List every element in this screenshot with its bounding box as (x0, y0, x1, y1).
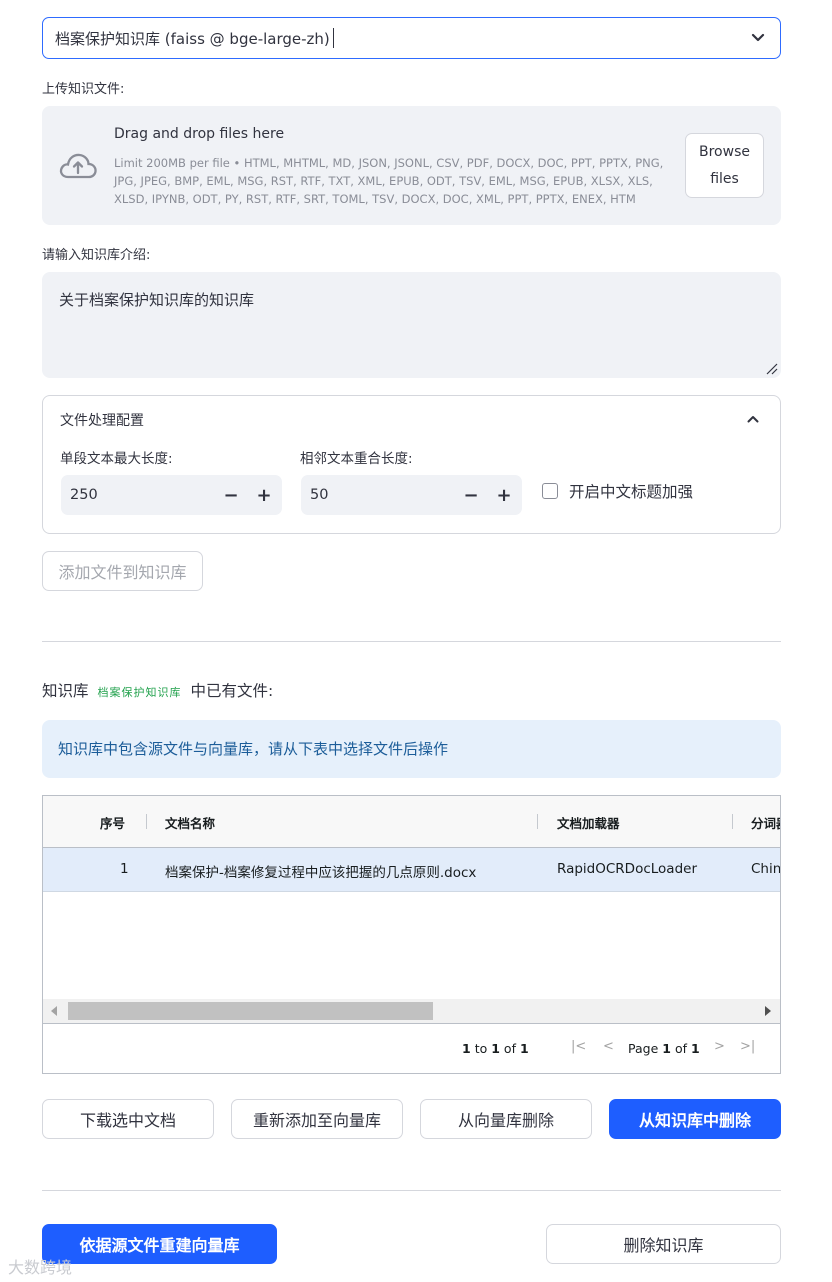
table-header: 序号 文档名称 文档加载器 分词器 (43, 796, 780, 848)
first-page-icon[interactable]: |< (571, 1039, 586, 1054)
next-page-icon[interactable]: > (714, 1039, 725, 1054)
row-summary: 1 to 1 of 1 (462, 1041, 529, 1056)
kb-heading-suffix: 中已有文件: (190, 682, 274, 700)
expander-title[interactable]: 文件处理配置 (60, 410, 144, 430)
files-table: 序号 文档名称 文档加载器 分词器 1 档案保护-档案修复过程中应该把握的几点原… (42, 795, 781, 1074)
overlap-label: 相邻文本重合长度: (300, 451, 413, 467)
zh-title-label[interactable]: 开启中文标题加强 (569, 480, 693, 502)
download-selected-button[interactable]: 下载选中文档 (42, 1099, 214, 1139)
column-separator[interactable] (732, 814, 733, 829)
file-config-expander: 文件处理配置 单段文本最大长度: 250 − + 相邻文本重合长度: 50 − … (42, 395, 781, 534)
kb-intro-value: 关于档案保护知识库的知识库 (59, 291, 255, 309)
zh-title-checkbox[interactable] (542, 483, 558, 499)
cloud-upload-icon (59, 153, 97, 179)
dropzone-limit-text: Limit 200MB per file • HTML, MHTML, MD, … (114, 156, 664, 206)
column-separator[interactable] (537, 814, 538, 829)
column-separator[interactable] (146, 814, 147, 829)
kb-heading-prefix: 知识库 (42, 682, 89, 700)
pagination-panel: 1 to 1 of 1 |< < Page 1 of 1 > >| (43, 1023, 780, 1073)
add-files-button[interactable]: 添加文件到知识库 (42, 551, 203, 591)
chevron-down-icon (751, 33, 765, 42)
delete-kb-button[interactable]: 删除知识库 (546, 1224, 781, 1264)
cell-loader: RapidOCRDocLoader (557, 861, 697, 877)
dropzone-title: Drag and drop files here (114, 126, 285, 142)
resize-grip-icon[interactable] (766, 363, 778, 375)
info-alert: 知识库中包含源文件与向量库，请从下表中选择文件后操作 (42, 720, 781, 778)
chunk-size-increment-button[interactable]: + (254, 485, 274, 506)
overlap-value: 50 (310, 487, 329, 503)
delete-from-kb-button[interactable]: 从知识库中删除 (609, 1099, 781, 1139)
chunk-size-input[interactable]: 250 − + (61, 475, 282, 515)
kb-select[interactable]: 档案保护知识库 (faiss @ bge-large-zh) (42, 17, 781, 59)
delete-from-vector-store-button[interactable]: 从向量库删除 (420, 1099, 592, 1139)
kb-files-heading: 知识库 档案保护知识库 中已有文件: (42, 679, 273, 701)
column-header-index[interactable]: 序号 (100, 813, 125, 832)
chunk-size-decrement-button[interactable]: − (221, 485, 241, 506)
cell-splitter: ChineseRecursiveTextSplitter (751, 861, 781, 877)
last-page-icon[interactable]: >| (740, 1039, 755, 1054)
scroll-right-icon[interactable] (765, 1006, 771, 1016)
scrollbar-thumb[interactable] (68, 1002, 433, 1020)
kb-name-tag: 档案保护知识库 (97, 686, 182, 699)
divider (42, 1190, 781, 1191)
horizontal-scrollbar[interactable] (43, 999, 780, 1023)
chevron-up-icon[interactable] (746, 412, 760, 426)
browse-label-1: Browse (699, 144, 750, 160)
file-dropzone[interactable]: Drag and drop files here Limit 200MB per… (42, 106, 781, 225)
re-add-vector-store-button[interactable]: 重新添加至向量库 (231, 1099, 403, 1139)
upload-label: 上传知识文件: (42, 82, 125, 97)
overlap-decrement-button[interactable]: − (461, 485, 481, 506)
cell-name: 档案保护-档案修复过程中应该把握的几点原则.docx (165, 865, 477, 881)
text-caret (332, 28, 334, 48)
overlap-input[interactable]: 50 − + (301, 475, 522, 515)
prev-page-icon[interactable]: < (603, 1039, 614, 1054)
rebuild-vector-store-button[interactable]: 依据源文件重建向量库 (42, 1224, 277, 1264)
column-header-loader[interactable]: 文档加载器 (557, 813, 620, 832)
table-row[interactable]: 1 档案保护-档案修复过程中应该把握的几点原则.docx RapidOCRDoc… (43, 848, 780, 892)
kb-select-value: 档案保护知识库 (faiss @ bge-large-zh) (55, 29, 330, 48)
chunk-size-value: 250 (70, 487, 98, 503)
watermark: 大数跨境 (8, 1258, 73, 1277)
cell-index: 1 (120, 861, 129, 877)
scroll-left-icon[interactable] (51, 1006, 57, 1016)
intro-label: 请输入知识库介绍: (42, 248, 151, 263)
browse-files-button[interactable]: Browse files (685, 133, 764, 198)
column-header-splitter[interactable]: 分词器 (751, 813, 780, 832)
column-header-name[interactable]: 文档名称 (165, 813, 215, 832)
kb-intro-textarea[interactable]: 关于档案保护知识库的知识库 (42, 272, 781, 378)
overlap-increment-button[interactable]: + (494, 485, 514, 506)
chunk-size-label: 单段文本最大长度: (60, 451, 173, 467)
page-indicator: Page 1 of 1 (628, 1041, 700, 1056)
browse-label-2: files (710, 171, 739, 187)
divider (42, 641, 781, 642)
